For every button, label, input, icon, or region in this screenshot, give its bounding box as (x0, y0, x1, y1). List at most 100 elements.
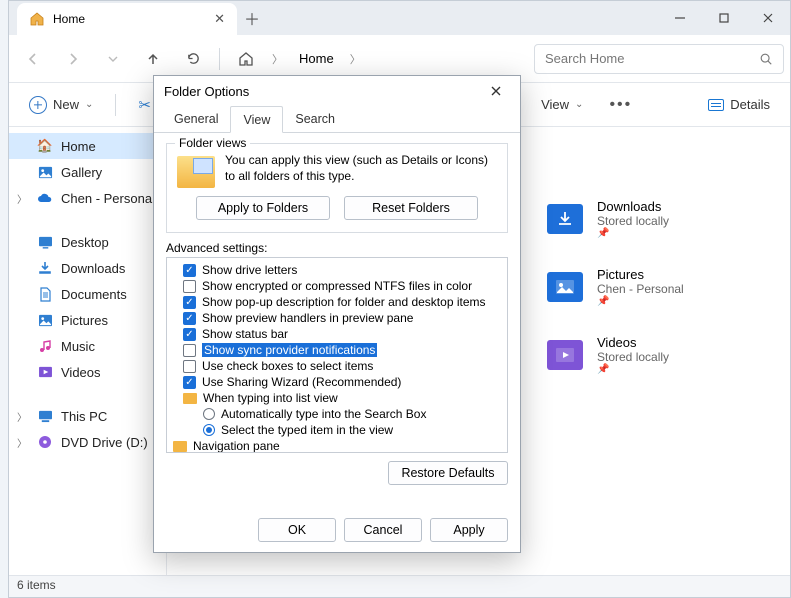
chevron-right-icon[interactable]: 〉 (17, 435, 27, 450)
checkbox-icon[interactable] (183, 344, 196, 357)
divider (219, 48, 220, 70)
dialog-title: Folder Options (164, 84, 249, 99)
new-tab-button[interactable]: ＋ (237, 1, 267, 35)
adv-typing-select[interactable]: Select the typed item in the view (173, 422, 501, 438)
minimize-button[interactable] (658, 1, 702, 35)
pictures-icon (547, 272, 583, 302)
radio-icon[interactable] (203, 408, 215, 420)
adv-typing-search[interactable]: Automatically type into the Search Box (173, 406, 501, 422)
pictures-icon (37, 312, 53, 328)
search-input[interactable]: Search Home (534, 44, 784, 74)
window-tab[interactable]: Home ✕ (17, 3, 237, 35)
sidebar-item-downloads[interactable]: Downloads (9, 255, 166, 281)
sidebar-item-documents[interactable]: Documents (9, 281, 166, 307)
desktop-icon (37, 234, 53, 250)
view-menu[interactable]: View ⌄ (533, 93, 591, 116)
search-placeholder: Search Home (545, 51, 624, 66)
tab-general[interactable]: General (162, 106, 230, 132)
adv-show-preview[interactable]: ✓Show preview handlers in preview pane (173, 310, 501, 326)
up-button[interactable] (135, 41, 171, 77)
breadcrumb-home-icon[interactable] (228, 51, 264, 67)
details-toggle[interactable]: Details (700, 93, 778, 116)
video-icon (37, 364, 53, 380)
sidebar-item-music[interactable]: Music (9, 333, 166, 359)
advanced-settings-label: Advanced settings: (166, 241, 508, 255)
plus-icon (29, 96, 47, 114)
music-icon (37, 338, 53, 354)
adv-show-encrypted[interactable]: Show encrypted or compressed NTFS files … (173, 278, 501, 294)
chevron-right-icon[interactable]: 〉 (17, 409, 27, 424)
cancel-button[interactable]: Cancel (344, 518, 422, 542)
pin-icon: 📌 (597, 228, 669, 239)
checkbox-icon[interactable]: ✓ (183, 264, 196, 277)
tile-pictures[interactable]: PicturesChen - Personal📌 (547, 267, 684, 307)
refresh-button[interactable] (175, 41, 211, 77)
folder-icon (183, 393, 197, 404)
tab-label: Home (53, 12, 206, 26)
gallery-icon (37, 164, 53, 180)
status-bar: 6 items (9, 575, 790, 597)
checkbox-icon[interactable] (183, 360, 196, 373)
tile-downloads[interactable]: DownloadsStored locally📌 (547, 199, 684, 239)
breadcrumb-item[interactable]: Home (291, 51, 342, 66)
apply-to-folders-button[interactable]: Apply to Folders (196, 196, 330, 220)
new-button[interactable]: New ⌄ (21, 92, 101, 118)
forward-button[interactable] (55, 41, 91, 77)
explorer-window: Home ✕ ＋ 〉 Home 〉 Search Home New ⌄ (8, 0, 791, 598)
adv-show-sync[interactable]: Show sync provider notifications (173, 342, 501, 358)
video-icon (547, 340, 583, 370)
maximize-button[interactable] (702, 1, 746, 35)
restore-defaults-button[interactable]: Restore Defaults (388, 461, 508, 485)
checkbox-icon[interactable]: ✓ (183, 312, 196, 325)
checkbox-icon[interactable] (183, 280, 196, 293)
apply-button[interactable]: Apply (430, 518, 508, 542)
folder-options-dialog: Folder Options General View Search Folde… (153, 75, 521, 553)
home-icon: 🏠 (37, 138, 53, 154)
radio-icon[interactable] (203, 424, 215, 436)
sidebar-item-thispc[interactable]: 〉This PC (9, 403, 166, 429)
adv-use-sharing-wizard[interactable]: ✓Use Sharing Wizard (Recommended) (173, 374, 501, 390)
chevron-down-icon: ⌄ (85, 99, 93, 110)
checkbox-icon[interactable]: ✓ (183, 328, 196, 341)
ok-button[interactable]: OK (258, 518, 336, 542)
recent-dropdown[interactable] (95, 41, 131, 77)
adv-show-popup[interactable]: ✓Show pop-up description for folder and … (173, 294, 501, 310)
checkbox-icon[interactable]: ✓ (183, 376, 196, 389)
tab-view[interactable]: View (230, 106, 283, 133)
folder-icon (173, 441, 187, 452)
search-icon (759, 52, 773, 66)
adv-use-checkboxes[interactable]: Use check boxes to select items (173, 358, 501, 374)
pin-icon: 📌 (597, 364, 669, 375)
tab-close-icon[interactable]: ✕ (214, 11, 225, 27)
back-button[interactable] (15, 41, 51, 77)
tile-videos[interactable]: VideosStored locally📌 (547, 335, 684, 375)
home-icon (29, 11, 45, 27)
chevron-right-icon: 〉 (346, 51, 365, 67)
chevron-down-icon: ⌄ (575, 99, 583, 110)
adv-show-drive-letters[interactable]: ✓Show drive letters (173, 262, 501, 278)
download-icon (547, 204, 583, 234)
adv-when-typing-group: When typing into list view (173, 390, 501, 406)
close-button[interactable] (746, 1, 790, 35)
sidebar-item-desktop[interactable]: Desktop (9, 229, 166, 255)
reset-folders-button[interactable]: Reset Folders (344, 196, 478, 220)
sidebar-item-gallery[interactable]: Gallery (9, 159, 166, 185)
sidebar-item-videos[interactable]: Videos (9, 359, 166, 385)
tab-search[interactable]: Search (283, 106, 347, 132)
dialog-close-button[interactable] (482, 80, 510, 102)
sidebar-item-dvd[interactable]: 〉DVD Drive (D:) (9, 429, 166, 455)
document-icon (37, 286, 53, 302)
sidebar-item-home[interactable]: 🏠Home (9, 133, 166, 159)
more-button[interactable]: ••• (601, 92, 640, 118)
adv-show-statusbar[interactable]: ✓Show status bar (173, 326, 501, 342)
pc-icon (37, 408, 53, 424)
disc-icon (37, 434, 53, 450)
folder-icon (177, 156, 215, 188)
sidebar-item-onedrive[interactable]: 〉Chen - Persona (9, 185, 166, 211)
dialog-tabs: General View Search (154, 106, 520, 133)
sidebar-item-pictures[interactable]: Pictures (9, 307, 166, 333)
advanced-settings-list[interactable]: ✓Show drive letters Show encrypted or co… (166, 257, 508, 453)
checkbox-icon[interactable]: ✓ (183, 296, 196, 309)
chevron-right-icon[interactable]: 〉 (17, 191, 27, 206)
download-icon (37, 260, 53, 276)
